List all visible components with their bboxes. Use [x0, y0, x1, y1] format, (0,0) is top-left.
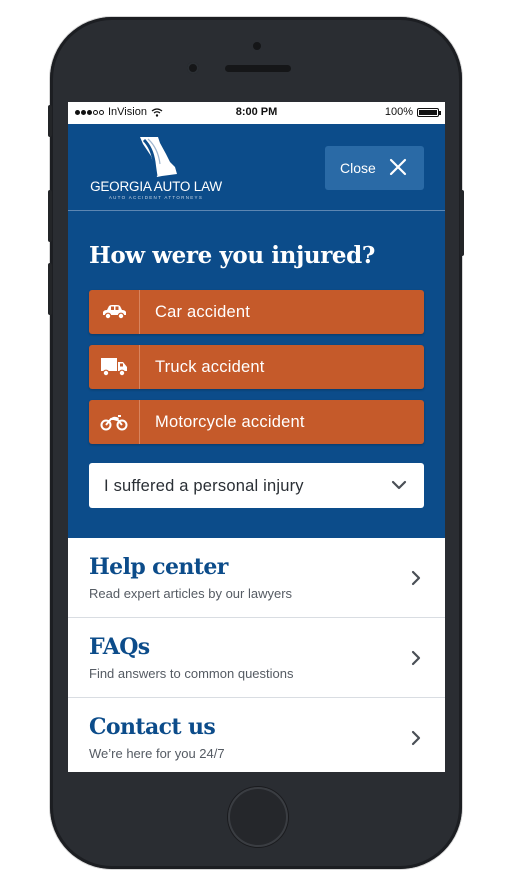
truck-accident-button[interactable]: Truck accident — [89, 345, 424, 389]
chevron-right-icon — [411, 570, 421, 586]
faqs-subtitle: Find answers to common questions — [89, 666, 294, 681]
logo-tagline: AUTO ACCIDENT ATTORNEYS — [108, 195, 204, 200]
logo[interactable]: GEORGIA AUTO LAW AUTO ACCIDENT ATTORNEYS — [88, 134, 224, 200]
car-icon — [89, 290, 140, 334]
help-links-list: Help center Read expert articles by our … — [68, 538, 445, 772]
injury-type-select[interactable]: I suffered a personal injury — [89, 463, 424, 508]
help-center-subtitle: Read expert articles by our lawyers — [89, 586, 293, 601]
header: GEORGIA AUTO LAW AUTO ACCIDENT ATTORNEYS… — [68, 124, 445, 211]
power-button — [460, 190, 464, 256]
motorcycle-accident-label: Motorcycle accident — [155, 413, 305, 431]
logo-text: GEORGIA AUTO LAW — [90, 179, 222, 194]
chevron-right-icon — [411, 730, 421, 746]
close-icon — [389, 158, 407, 176]
battery-icon — [417, 107, 441, 117]
volume-up-button — [48, 190, 52, 242]
proximity-sensor — [253, 42, 261, 50]
status-right: 100% — [384, 106, 441, 118]
contact-us-title: Contact us — [89, 714, 216, 740]
contact-us-link[interactable]: Contact us We’re here for you 24/7 — [68, 698, 445, 772]
close-label: Close — [340, 160, 376, 176]
georgia-state-icon — [140, 137, 177, 177]
faqs-link[interactable]: FAQs Find answers to common questions — [68, 618, 445, 698]
car-accident-label: Car accident — [155, 303, 251, 321]
home-button[interactable] — [228, 787, 288, 847]
truck-icon — [89, 345, 140, 389]
phone-screen: InVision 8:00 PM 100% GEORGIA AUTO LAW A… — [68, 102, 445, 772]
battery-percent: 100% — [384, 106, 413, 118]
motorcycle-icon — [89, 400, 140, 444]
mute-switch — [48, 105, 52, 137]
status-bar: InVision 8:00 PM 100% — [68, 102, 445, 124]
nav-panel: GEORGIA AUTO LAW AUTO ACCIDENT ATTORNEYS… — [68, 124, 445, 538]
faqs-title: FAQs — [89, 634, 150, 660]
chevron-down-icon — [391, 480, 407, 490]
contact-us-subtitle: We’re here for you 24/7 — [89, 746, 225, 761]
earpiece-speaker — [225, 65, 291, 72]
help-center-link[interactable]: Help center Read expert articles by our … — [68, 538, 445, 618]
motorcycle-accident-button[interactable]: Motorcycle accident — [89, 400, 424, 444]
volume-down-button — [48, 263, 52, 315]
car-accident-button[interactable]: Car accident — [89, 290, 424, 334]
close-button[interactable]: Close — [325, 146, 424, 190]
front-camera — [187, 62, 199, 74]
injury-question: How were you injured? — [89, 242, 375, 269]
help-center-title: Help center — [89, 554, 228, 580]
truck-accident-label: Truck accident — [155, 358, 265, 376]
injury-type-value: I suffered a personal injury — [104, 477, 304, 495]
chevron-right-icon — [411, 650, 421, 666]
